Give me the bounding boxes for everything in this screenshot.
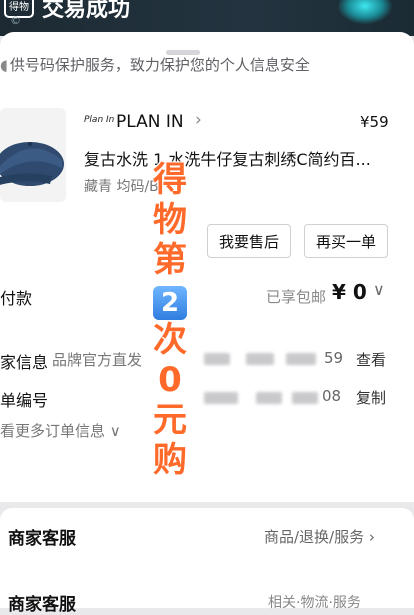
redacted-order-number (292, 392, 318, 404)
shipping-value: 品牌官方直发 (52, 351, 143, 369)
overlay-char: 0 (158, 360, 182, 400)
chevron-down-icon[interactable]: ∨ (373, 280, 385, 299)
redacted-tracking (286, 353, 316, 365)
privacy-shield-icon: ◖ (0, 56, 8, 74)
order-number-label: 单编号 (0, 391, 49, 410)
bottom-row-label[interactable]: 商家客服 (8, 590, 76, 615)
view-shipping-link[interactable]: 查看 (356, 349, 386, 370)
buy-again-button[interactable]: 再买一单 (304, 224, 388, 258)
tracking-tail: 59 (324, 349, 344, 367)
redacted-tracking (204, 353, 230, 365)
payment-label: 付款 (0, 289, 33, 308)
brand-name[interactable]: PLAN IN (116, 112, 184, 132)
promo-overlay-text: 得 物 第 2 次 0 元 购 (146, 160, 194, 480)
service-card: 商家客服 商品/退换/服务 › 商家客服 相关·物流·服务 (0, 508, 414, 615)
order-number-tail: 08 (322, 387, 342, 405)
redacted-order-number (256, 392, 282, 404)
chevron-right-icon[interactable]: › (195, 110, 202, 130)
bottom-row-right: 相关·物流·服务 (268, 595, 361, 611)
overlay-char: 购 (153, 440, 187, 480)
more-order-info[interactable]: 看更多订单信息 ∨ (0, 420, 121, 441)
brand-logo: Plan In (84, 115, 115, 125)
chevron-down-icon: ∨ (105, 422, 121, 440)
redacted-tracking (246, 353, 274, 365)
privacy-notice: ◖ 供号码保护服务，致力保护您的个人信息安全 (0, 56, 310, 74)
overlay-char: 得 (153, 160, 187, 200)
top-banner: 得物 交易成功 © (0, 0, 414, 36)
after-sale-button[interactable]: 我要售后 (207, 224, 291, 258)
free-shipping-note: 已享包邮 (266, 288, 327, 306)
overlay-char: 元 (153, 400, 187, 440)
payment-amount: ¥ 0 (332, 280, 367, 304)
customer-service-label[interactable]: 商家客服 (8, 524, 76, 549)
page-title: 交易成功 (42, 0, 131, 22)
product-title[interactable]: 复古水洗 1 水洗牛仔复古刺绣C简约百... (84, 146, 384, 170)
product-price: ¥59 (360, 113, 389, 131)
product-thumbnail[interactable] (0, 108, 66, 202)
device-glow-image (338, 0, 392, 24)
overlay-char: 第 (153, 240, 187, 280)
shipping-label: 家信息 (0, 353, 49, 372)
redacted-order-number (204, 392, 238, 404)
copyright-mark: © (10, 14, 21, 27)
number-badge: 2 (153, 286, 187, 320)
overlay-char: 次 (153, 320, 187, 360)
copy-order-link[interactable]: 复制 (356, 387, 386, 408)
overlay-char: 物 (153, 200, 187, 240)
chevron-right-icon: › (364, 528, 375, 546)
customer-service-topics[interactable]: 商品/退换/服务 › (264, 526, 375, 547)
